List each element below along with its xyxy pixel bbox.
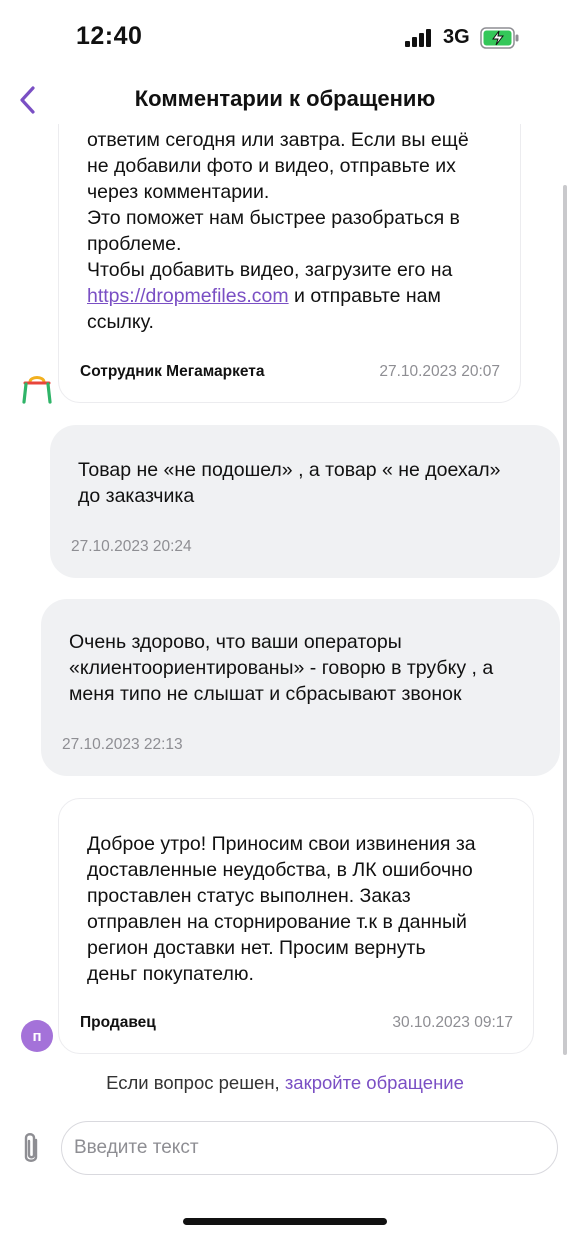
message-card-seller: Доброе утро! Приносим свои извинения за … (58, 798, 534, 1054)
message-bubble-user: Товар не «не подошел» , а товар « не дое… (50, 425, 560, 578)
resolve-text: Если вопрос решен, (106, 1072, 280, 1093)
message-card-staff: ответим сегодня или завтра. Если вы ещё … (58, 124, 521, 403)
message-date: 30.10.2023 09:17 (392, 1014, 513, 1031)
message-text: Доброе утро! Приносим свои извинения за … (87, 833, 476, 985)
battery-charging-icon (480, 27, 519, 49)
home-indicator (183, 1218, 387, 1225)
message-date: 27.10.2023 20:24 (71, 538, 192, 555)
header: Комментарии к обращению (0, 78, 570, 124)
megamarket-bag-icon (22, 376, 52, 404)
cellular-signal-icon (405, 29, 433, 47)
message-author: Продавец (80, 1014, 156, 1031)
status-bar: 12:40 3G (0, 0, 570, 80)
message-date: 27.10.2023 22:13 (62, 736, 183, 753)
scrollbar[interactable] (563, 185, 567, 1055)
message-text: Товар не «не подошел» , а товар « не дое… (78, 459, 501, 507)
message-date: 27.10.2023 20:07 (379, 363, 500, 380)
message-author: Сотрудник Мегамаркета (80, 363, 265, 380)
status-time: 12:40 (76, 22, 143, 50)
resolve-hint: Если вопрос решен, закройте обращение (0, 1072, 570, 1094)
close-request-link[interactable]: закройте обращение (285, 1072, 464, 1093)
comment-input[interactable] (61, 1121, 558, 1175)
message-text: ответим сегодня или завтра. Если вы ещё … (87, 129, 469, 333)
network-type: 3G (443, 26, 470, 48)
message-bubble-user: Очень здорово, что ваши операторы «клиен… (41, 599, 560, 776)
page-title: Комментарии к обращению (134, 86, 436, 111)
dropmefiles-link[interactable]: https://dropmefiles.com (87, 285, 289, 307)
comments-list[interactable]: ответим сегодня или завтра. Если вы ещё … (0, 124, 570, 1184)
avatar-seller: п (21, 1020, 53, 1052)
paperclip-icon[interactable] (14, 1128, 48, 1168)
message-text: Очень здорово, что ваши операторы «клиен… (69, 631, 494, 705)
